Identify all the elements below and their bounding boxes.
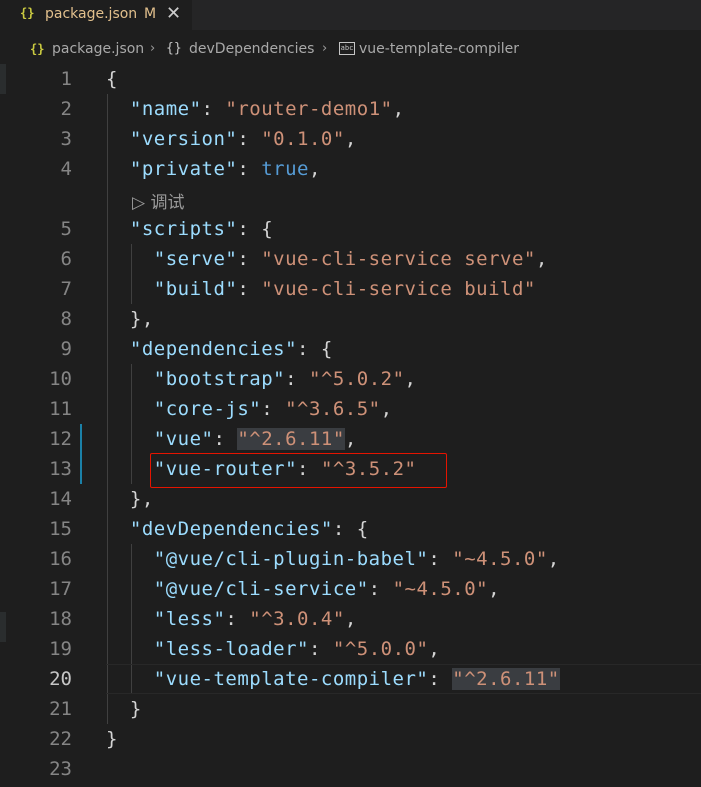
- code-text: },: [129, 308, 154, 330]
- code-text: "bootstrap": "^5.0.2",: [153, 368, 417, 390]
- code-line: 9 "dependencies": {: [0, 334, 701, 364]
- code-line: 12 "vue": "^2.6.11",: [0, 424, 701, 454]
- line-number: 16: [49, 548, 72, 570]
- tab-package-json[interactable]: {} package.json M ✕: [0, 0, 192, 30]
- debug-codelens[interactable]: ▷ 调试: [132, 188, 184, 213]
- code-text: "vue": "^2.6.11",: [153, 428, 357, 450]
- code-text: "name": "router-demo1",: [129, 98, 405, 120]
- code-text: "build": "vue-cli-service build": [153, 278, 536, 300]
- breadcrumb-file[interactable]: package.json: [52, 41, 144, 57]
- line-number: 2: [60, 98, 72, 120]
- code-text: "dependencies": {: [129, 338, 333, 360]
- line-number: 1: [60, 68, 72, 90]
- code-text: "vue-template-compiler": "^2.6.11": [153, 668, 560, 690]
- line-number: 10: [49, 368, 72, 390]
- chevron-right-icon: ›: [322, 41, 328, 56]
- code-line: 1 {: [0, 64, 701, 94]
- line-number: 17: [49, 578, 72, 600]
- code-text: }: [106, 728, 118, 750]
- code-line: 16 "@vue/cli-plugin-babel": "~4.5.0",: [0, 544, 701, 574]
- code-line: 17 "@vue/cli-service": "~4.5.0",: [0, 574, 701, 604]
- code-text: "core-js": "^3.6.5",: [153, 398, 393, 420]
- code-text: "@vue/cli-service": "~4.5.0",: [153, 578, 501, 600]
- code-line: 11 "core-js": "^3.6.5",: [0, 394, 701, 424]
- line-number: 22: [49, 728, 72, 750]
- code-text: },: [129, 488, 154, 510]
- code-line: 8 },: [0, 304, 701, 334]
- code-line: 19 "less-loader": "^5.0.0",: [0, 634, 701, 664]
- code-text: {: [106, 68, 118, 90]
- line-number: 12: [49, 428, 72, 450]
- code-line: 23: [0, 754, 701, 784]
- json-file-icon: {}: [30, 42, 45, 56]
- code-line: 15 "devDependencies": {: [0, 514, 701, 544]
- line-number: 3: [60, 128, 72, 150]
- code-line: 4 "private": true,: [0, 154, 701, 184]
- object-icon: {}: [166, 41, 182, 56]
- annotation-highlight-box: [150, 453, 447, 488]
- tab-filename: package.json: [45, 6, 138, 22]
- chevron-right-icon: ›: [150, 41, 156, 56]
- code-text: "scripts": {: [129, 218, 274, 240]
- code-line: 22 }: [0, 724, 701, 754]
- line-number: 18: [49, 608, 72, 630]
- code-text: "devDependencies": {: [129, 518, 369, 540]
- code-line-active: 20 "vue-template-compiler": "^2.6.11": [0, 664, 701, 694]
- line-number: 20: [49, 668, 72, 690]
- line-number: 15: [49, 518, 72, 540]
- close-icon[interactable]: ✕: [166, 3, 181, 24]
- code-text: "version": "0.1.0",: [129, 128, 357, 150]
- code-line: 7 "build": "vue-cli-service build": [0, 274, 701, 304]
- code-text: "less-loader": "^5.0.0",: [153, 638, 441, 660]
- code-text: }: [129, 698, 142, 720]
- json-file-icon: {}: [20, 6, 35, 20]
- line-number: 23: [49, 758, 72, 780]
- line-number: 19: [49, 638, 72, 660]
- codelens-row: ▷ 调试: [0, 184, 701, 214]
- code-line: 18 "less": "^3.0.4",: [0, 604, 701, 634]
- line-number: 14: [49, 488, 72, 510]
- breadcrumb-section[interactable]: devDependencies: [189, 41, 314, 57]
- code-line: 3 "version": "0.1.0",: [0, 124, 701, 154]
- line-number: 11: [49, 398, 72, 420]
- tab-bar: {} package.json M ✕: [0, 0, 701, 30]
- code-line: 21 }: [0, 694, 701, 724]
- code-text: "serve": "vue-cli-service serve",: [153, 248, 548, 270]
- string-property-icon: abc: [339, 42, 355, 55]
- line-number: 6: [60, 248, 72, 270]
- line-number: 5: [60, 218, 72, 240]
- line-number: 13: [49, 458, 72, 480]
- line-number: 9: [60, 338, 72, 360]
- breadcrumb-property[interactable]: vue-template-compiler: [359, 41, 519, 57]
- line-number: 7: [60, 278, 72, 300]
- line-number: 8: [60, 308, 72, 330]
- code-text: "private": true,: [129, 158, 321, 180]
- modified-badge: M: [144, 6, 157, 22]
- code-line: 6 "serve": "vue-cli-service serve",: [0, 244, 701, 274]
- code-line: 2 "name": "router-demo1",: [0, 94, 701, 124]
- line-number: 4: [60, 158, 72, 180]
- code-line: 5 "scripts": {: [0, 214, 701, 244]
- code-text: "@vue/cli-plugin-babel": "~4.5.0",: [153, 548, 560, 570]
- code-line: 14 },: [0, 484, 701, 514]
- line-number: 21: [49, 698, 72, 720]
- code-line: 10 "bootstrap": "^5.0.2",: [0, 364, 701, 394]
- code-editor[interactable]: 1 { 2 "name": "router-demo1", 3 "version…: [0, 64, 701, 787]
- code-text: "less": "^3.0.4",: [153, 608, 357, 630]
